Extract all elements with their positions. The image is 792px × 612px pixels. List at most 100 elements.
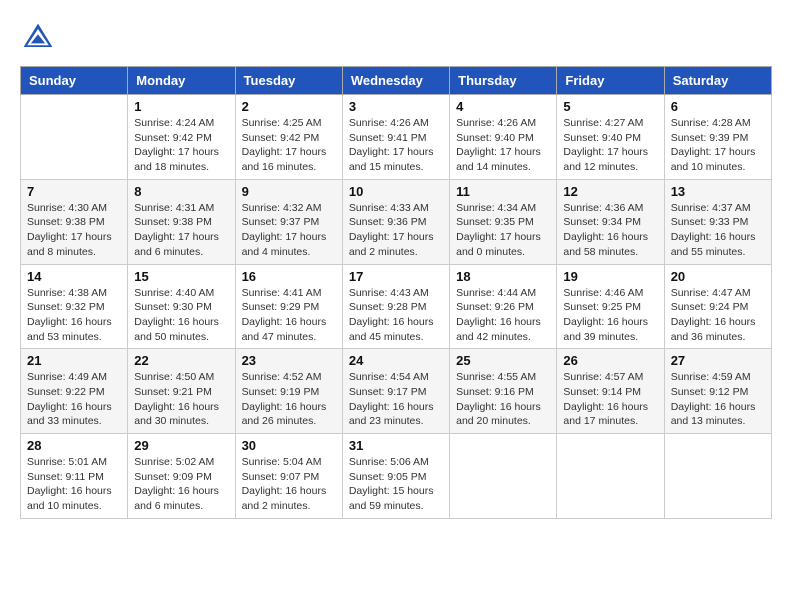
day-number: 14 <box>27 269 121 284</box>
day-info: Sunrise: 4:24 AM Sunset: 9:42 PM Dayligh… <box>134 116 228 175</box>
day-number: 11 <box>456 184 550 199</box>
calendar-cell: 22 Sunrise: 4:50 AM Sunset: 9:21 PM Dayli… <box>128 349 235 434</box>
day-info: Sunrise: 5:01 AM Sunset: 9:11 PM Dayligh… <box>27 455 121 514</box>
day-info: Sunrise: 4:37 AM Sunset: 9:33 PM Dayligh… <box>671 201 765 260</box>
weekday-header: Sunday <box>21 67 128 95</box>
day-number: 15 <box>134 269 228 284</box>
day-info: Sunrise: 4:46 AM Sunset: 9:25 PM Dayligh… <box>563 286 657 345</box>
day-info: Sunrise: 4:32 AM Sunset: 9:37 PM Dayligh… <box>242 201 336 260</box>
day-info: Sunrise: 4:40 AM Sunset: 9:30 PM Dayligh… <box>134 286 228 345</box>
day-number: 8 <box>134 184 228 199</box>
day-number: 18 <box>456 269 550 284</box>
day-number: 4 <box>456 99 550 114</box>
day-number: 13 <box>671 184 765 199</box>
day-number: 5 <box>563 99 657 114</box>
day-number: 10 <box>349 184 443 199</box>
calendar-cell: 25 Sunrise: 4:55 AM Sunset: 9:16 PM Dayli… <box>450 349 557 434</box>
calendar-cell <box>557 434 664 519</box>
day-number: 29 <box>134 438 228 453</box>
day-number: 17 <box>349 269 443 284</box>
calendar-cell: 29Sunrise: 5:02 AM Sunset: 9:09 PM Dayli… <box>128 434 235 519</box>
day-number: 3 <box>349 99 443 114</box>
day-info: Sunrise: 4:25 AM Sunset: 9:42 PM Dayligh… <box>242 116 336 175</box>
day-info: Sunrise: 4:28 AM Sunset: 9:39 PM Dayligh… <box>671 116 765 175</box>
calendar-cell: 11 Sunrise: 4:34 AM Sunset: 9:35 PM Dayli… <box>450 179 557 264</box>
day-info: Sunrise: 4:49 AM Sunset: 9:22 PM Dayligh… <box>27 370 121 429</box>
day-info: Sunrise: 4:43 AM Sunset: 9:28 PM Dayligh… <box>349 286 443 345</box>
day-number: 9 <box>242 184 336 199</box>
calendar-cell <box>664 434 771 519</box>
day-number: 19 <box>563 269 657 284</box>
calendar-cell: 8 Sunrise: 4:31 AM Sunset: 9:38 PM Daylig… <box>128 179 235 264</box>
day-number: 16 <box>242 269 336 284</box>
calendar-cell: 15 Sunrise: 4:40 AM Sunset: 9:30 PM Dayli… <box>128 264 235 349</box>
day-info: Sunrise: 5:06 AM Sunset: 9:05 PM Dayligh… <box>349 455 443 514</box>
day-info: Sunrise: 4:31 AM Sunset: 9:38 PM Dayligh… <box>134 201 228 260</box>
day-info: Sunrise: 4:33 AM Sunset: 9:36 PM Dayligh… <box>349 201 443 260</box>
calendar-cell: 13 Sunrise: 4:37 AM Sunset: 9:33 PM Dayli… <box>664 179 771 264</box>
calendar-cell: 18 Sunrise: 4:44 AM Sunset: 9:26 PM Dayli… <box>450 264 557 349</box>
calendar-cell: 6 Sunrise: 4:28 AM Sunset: 9:39 PM Daylig… <box>664 95 771 180</box>
calendar-cell: 14 Sunrise: 4:38 AM Sunset: 9:32 PM Dayli… <box>21 264 128 349</box>
day-number: 12 <box>563 184 657 199</box>
weekday-header: Tuesday <box>235 67 342 95</box>
day-info: Sunrise: 4:34 AM Sunset: 9:35 PM Dayligh… <box>456 201 550 260</box>
calendar-cell: 12 Sunrise: 4:36 AM Sunset: 9:34 PM Dayli… <box>557 179 664 264</box>
calendar-cell <box>21 95 128 180</box>
day-info: Sunrise: 4:50 AM Sunset: 9:21 PM Dayligh… <box>134 370 228 429</box>
day-number: 2 <box>242 99 336 114</box>
calendar-cell: 16 Sunrise: 4:41 AM Sunset: 9:29 PM Dayli… <box>235 264 342 349</box>
calendar-cell: 20 Sunrise: 4:47 AM Sunset: 9:24 PM Dayli… <box>664 264 771 349</box>
calendar-week-row: 1 Sunrise: 4:24 AM Sunset: 9:42 PM Daylig… <box>21 95 772 180</box>
calendar-cell: 27 Sunrise: 4:59 AM Sunset: 9:12 PM Dayli… <box>664 349 771 434</box>
day-number: 24 <box>349 353 443 368</box>
calendar-cell: 10 Sunrise: 4:33 AM Sunset: 9:36 PM Dayli… <box>342 179 449 264</box>
day-info: Sunrise: 4:26 AM Sunset: 9:40 PM Dayligh… <box>456 116 550 175</box>
day-number: 23 <box>242 353 336 368</box>
logo-icon <box>20 20 56 56</box>
calendar-week-row: 14 Sunrise: 4:38 AM Sunset: 9:32 PM Dayli… <box>21 264 772 349</box>
day-info: Sunrise: 4:54 AM Sunset: 9:17 PM Dayligh… <box>349 370 443 429</box>
day-info: Sunrise: 4:41 AM Sunset: 9:29 PM Dayligh… <box>242 286 336 345</box>
calendar-cell: 3Sunrise: 4:26 AM Sunset: 9:41 PM Daylig… <box>342 95 449 180</box>
day-info: Sunrise: 4:38 AM Sunset: 9:32 PM Dayligh… <box>27 286 121 345</box>
weekday-header: Thursday <box>450 67 557 95</box>
calendar-week-row: 21Sunrise: 4:49 AM Sunset: 9:22 PM Dayli… <box>21 349 772 434</box>
day-info: Sunrise: 4:36 AM Sunset: 9:34 PM Dayligh… <box>563 201 657 260</box>
calendar-cell: 26Sunrise: 4:57 AM Sunset: 9:14 PM Dayli… <box>557 349 664 434</box>
weekday-header: Saturday <box>664 67 771 95</box>
weekday-header: Friday <box>557 67 664 95</box>
calendar-header-row: SundayMondayTuesdayWednesdayThursdayFrid… <box>21 67 772 95</box>
calendar-cell: 5 Sunrise: 4:27 AM Sunset: 9:40 PM Daylig… <box>557 95 664 180</box>
day-number: 28 <box>27 438 121 453</box>
calendar-cell: 9 Sunrise: 4:32 AM Sunset: 9:37 PM Daylig… <box>235 179 342 264</box>
page-header <box>20 20 772 56</box>
day-info: Sunrise: 5:04 AM Sunset: 9:07 PM Dayligh… <box>242 455 336 514</box>
calendar-cell: 31Sunrise: 5:06 AM Sunset: 9:05 PM Dayli… <box>342 434 449 519</box>
day-number: 20 <box>671 269 765 284</box>
calendar-cell: 2 Sunrise: 4:25 AM Sunset: 9:42 PM Daylig… <box>235 95 342 180</box>
calendar-cell: 24 Sunrise: 4:54 AM Sunset: 9:17 PM Dayli… <box>342 349 449 434</box>
day-number: 22 <box>134 353 228 368</box>
calendar-cell: 17 Sunrise: 4:43 AM Sunset: 9:28 PM Dayli… <box>342 264 449 349</box>
day-number: 26 <box>563 353 657 368</box>
day-number: 27 <box>671 353 765 368</box>
weekday-header: Wednesday <box>342 67 449 95</box>
calendar-cell: 28 Sunrise: 5:01 AM Sunset: 9:11 PM Dayli… <box>21 434 128 519</box>
day-number: 6 <box>671 99 765 114</box>
day-info: Sunrise: 4:27 AM Sunset: 9:40 PM Dayligh… <box>563 116 657 175</box>
day-info: Sunrise: 4:59 AM Sunset: 9:12 PM Dayligh… <box>671 370 765 429</box>
day-info: Sunrise: 4:52 AM Sunset: 9:19 PM Dayligh… <box>242 370 336 429</box>
calendar-cell: 23 Sunrise: 4:52 AM Sunset: 9:19 PM Dayli… <box>235 349 342 434</box>
day-info: Sunrise: 4:44 AM Sunset: 9:26 PM Dayligh… <box>456 286 550 345</box>
day-info: Sunrise: 4:55 AM Sunset: 9:16 PM Dayligh… <box>456 370 550 429</box>
calendar-cell <box>450 434 557 519</box>
calendar-cell: 1 Sunrise: 4:24 AM Sunset: 9:42 PM Daylig… <box>128 95 235 180</box>
calendar-cell: 19 Sunrise: 4:46 AM Sunset: 9:25 PM Dayli… <box>557 264 664 349</box>
day-number: 25 <box>456 353 550 368</box>
day-info: Sunrise: 4:30 AM Sunset: 9:38 PM Dayligh… <box>27 201 121 260</box>
calendar-week-row: 28 Sunrise: 5:01 AM Sunset: 9:11 PM Dayli… <box>21 434 772 519</box>
day-info: Sunrise: 4:47 AM Sunset: 9:24 PM Dayligh… <box>671 286 765 345</box>
day-number: 1 <box>134 99 228 114</box>
calendar-cell: 30Sunrise: 5:04 AM Sunset: 9:07 PM Dayli… <box>235 434 342 519</box>
